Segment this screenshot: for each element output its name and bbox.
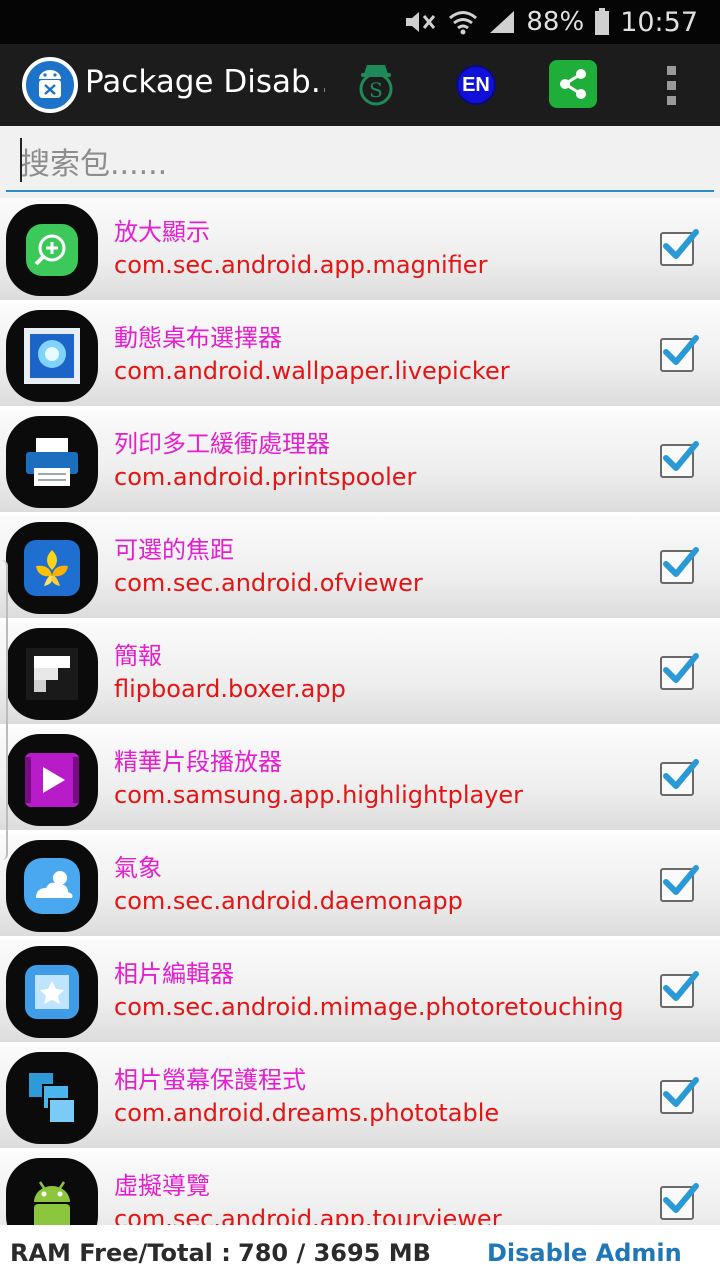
ram-value: 780 / 3695 MB [238,1239,431,1267]
edge-panel-handle[interactable] [0,560,8,860]
package-name: com.android.printspooler [114,463,417,491]
package-name: com.sec.android.mimage.photoretouching [114,993,624,1021]
clock: 10:57 [620,6,698,38]
battery-percent: 88% [526,7,585,37]
language-en-button[interactable]: EN [456,65,496,105]
search-bar [0,126,720,198]
battery-icon [595,8,610,35]
checkmark-icon [663,971,699,1001]
app-title: Package Disab… [85,64,325,100]
photo-table-icon [6,1052,98,1144]
wifi-icon [449,11,478,35]
search-input[interactable] [6,138,714,192]
share-icon [560,69,586,99]
disable-checkbox[interactable] [660,865,699,902]
dot [666,95,676,105]
package-name: com.sec.android.app.tourviewer [114,1205,502,1225]
android-robot-icon [6,1158,98,1225]
checkmark-icon [663,653,699,683]
disable-checkbox[interactable] [660,1077,699,1114]
share-button[interactable] [549,60,597,108]
app-name: 相片螢幕保護程式 [114,1066,306,1094]
disable-checkbox[interactable] [660,1183,699,1220]
checkmark-icon [663,441,699,471]
weather-icon [6,840,98,932]
package-list[interactable]: 放大顯示 com.sec.android.app.magnifier 動態桌布選擇器… [0,198,720,1225]
list-item[interactable]: 動態桌布選擇器 com.android.wallpaper.livepicker [0,304,720,406]
app-name: 相片編輯器 [114,960,234,988]
footer-bar: RAM Free/Total : 780 / 3695 MB Disable A… [0,1225,720,1280]
package-name: com.android.dreams.phototable [114,1099,500,1127]
flower-focus-icon [6,522,98,614]
package-name: com.android.wallpaper.livepicker [114,357,510,385]
status-bar: 88% 10:57 [0,0,720,44]
disable-checkbox[interactable] [660,759,699,796]
ram-label: RAM Free/Total : [10,1239,231,1267]
package-name: com.samsung.app.highlightplayer [114,781,524,809]
overflow-menu-button[interactable] [660,64,682,106]
app-name: 放大顯示 [114,218,210,246]
package-name: com.sec.android.ofviewer [114,569,423,597]
disable-checkbox[interactable] [660,335,699,372]
magnifier-icon [6,204,98,296]
disable-checkbox[interactable] [660,441,699,478]
disable-admin-button[interactable]: Disable Admin [487,1239,682,1267]
checkmark-icon [663,759,699,789]
spy-s-button[interactable]: S [352,60,400,108]
checkmark-icon [663,865,699,895]
photo-editor-icon [6,946,98,1038]
list-item[interactable]: 簡報 flipboard.boxer.app [0,622,720,724]
app-name: 氣象 [114,854,162,882]
list-item[interactable]: 氣象 com.sec.android.daemonapp [0,834,720,936]
checkmark-icon [663,547,699,577]
disable-checkbox[interactable] [660,229,699,266]
list-item[interactable]: 虛擬導覽 com.sec.android.app.tourviewer [0,1152,720,1225]
text-cursor [20,138,22,182]
disable-checkbox[interactable] [660,971,699,1008]
video-player-icon [6,734,98,826]
disable-checkbox[interactable] [660,653,699,690]
detective-s-icon: S [359,65,393,106]
checkmark-icon [663,1183,699,1213]
checkmark-icon [663,335,699,365]
checkmark-icon [663,229,699,259]
app-name: 列印多工緩衝處理器 [114,430,330,458]
live-wallpaper-icon [6,310,98,402]
signal-icon [490,11,515,33]
printer-icon [6,416,98,508]
list-item[interactable]: 相片編輯器 com.sec.android.mimage.photoretouch… [0,940,720,1042]
list-item[interactable]: 列印多工緩衝處理器 com.android.printspooler [0,410,720,512]
mute-icon [406,12,436,32]
svg-text:S: S [369,78,383,102]
app-logo [22,57,78,113]
list-item[interactable]: 相片螢幕保護程式 com.android.dreams.phototable [0,1046,720,1148]
android-logo-icon [39,70,61,98]
app-name: 簡報 [114,642,162,670]
package-name: com.sec.android.app.magnifier [114,251,488,279]
list-item[interactable]: 精華片段播放器 com.samsung.app.highlightplayer [0,728,720,830]
dot [666,80,676,90]
flipboard-icon [6,628,98,720]
disable-checkbox[interactable] [660,547,699,584]
app-name: 虛擬導覽 [114,1172,210,1200]
package-name: com.sec.android.daemonapp [114,887,463,915]
dot [666,65,676,75]
app-bar: Package Disab… S EN [0,44,720,126]
package-name: flipboard.boxer.app [114,675,346,703]
app-name: 可選的焦距 [114,536,234,564]
app-name: 精華片段播放器 [114,748,282,776]
app-name: 動態桌布選擇器 [114,324,282,352]
checkmark-icon [663,1077,699,1107]
list-item[interactable]: 可選的焦距 com.sec.android.ofviewer [0,516,720,618]
list-item[interactable]: 放大顯示 com.sec.android.app.magnifier [0,198,720,300]
